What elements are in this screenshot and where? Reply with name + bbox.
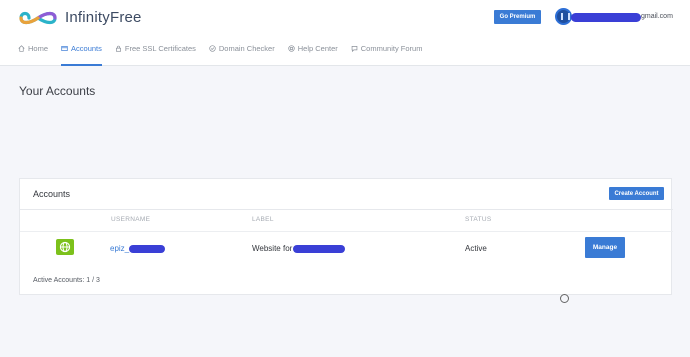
account-username-link[interactable]: epiz_ (110, 244, 166, 253)
lifebuoy-icon (288, 45, 295, 52)
nav-domain-checker[interactable]: Domain Checker (209, 44, 275, 66)
user-avatar[interactable] (555, 8, 572, 25)
accounts-icon (61, 46, 68, 51)
nav-domain-checker-label: Domain Checker (218, 44, 275, 53)
globe-icon (56, 239, 74, 255)
nav-help-center[interactable]: Help Center (288, 44, 338, 66)
active-accounts-count: Active Accounts: 1 / 3 (33, 277, 100, 284)
nav-ssl-label: Free SSL Certificates (124, 44, 196, 53)
brand-name[interactable]: InfinityFree (65, 9, 142, 26)
account-label-prefix: Website for (252, 244, 293, 253)
nav-accounts-label: Accounts (71, 44, 102, 53)
check-circle-icon (209, 45, 216, 52)
table-header-divider (20, 231, 673, 232)
user-email[interactable]: gmail.com (641, 13, 673, 20)
nav-home[interactable]: Home (18, 44, 48, 66)
column-header-username: USERNAME (111, 216, 151, 223)
page-title: Your Accounts (19, 84, 96, 98)
username-redaction (129, 244, 166, 253)
globe-icon-glyph (59, 241, 71, 253)
home-icon (18, 45, 25, 52)
accounts-card: Accounts Create Account USERNAME LABEL S… (19, 178, 673, 295)
account-label: Website for (252, 244, 346, 253)
accounts-card-header: Accounts Create Account (20, 179, 673, 210)
account-status: Active (465, 244, 487, 253)
create-account-button[interactable]: Create Account (609, 187, 664, 200)
top-bar: InfinityFree Go Premium gmail.com Home A… (0, 0, 690, 66)
infinity-logo-icon[interactable] (18, 8, 58, 28)
nav-home-label: Home (28, 44, 49, 53)
nav-community-forum-label: Community Forum (360, 44, 423, 53)
nav-help-center-label: Help Center (297, 44, 338, 53)
nav-ssl[interactable]: Free SSL Certificates (115, 44, 196, 66)
lock-icon (115, 45, 121, 52)
manage-button[interactable]: Manage (585, 237, 625, 258)
chat-icon (351, 46, 358, 52)
label-redaction (293, 244, 346, 253)
nav-accounts[interactable]: Accounts (61, 44, 102, 66)
account-username-prefix: epiz_ (110, 244, 130, 253)
column-header-status: STATUS (465, 216, 492, 223)
go-premium-button[interactable]: Go Premium (494, 10, 541, 24)
cursor-indicator (560, 294, 569, 303)
main-nav: Home Accounts Free SSL Certificates Doma… (18, 44, 435, 66)
accounts-card-title: Accounts (33, 189, 71, 199)
email-redaction (571, 13, 641, 22)
nav-community-forum[interactable]: Community Forum (351, 44, 423, 66)
column-header-label: LABEL (252, 216, 274, 223)
